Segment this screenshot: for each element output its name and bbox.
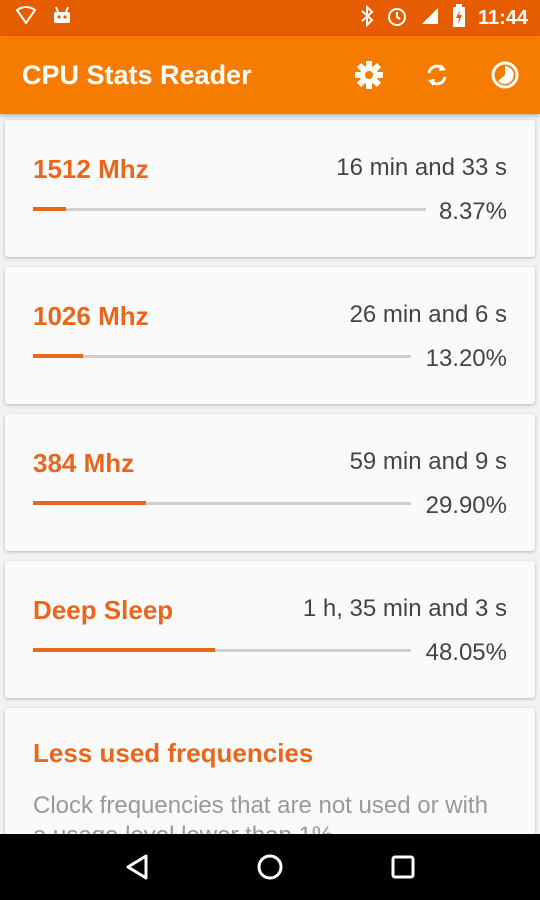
clock-time: 11:44	[477, 6, 528, 29]
battery-charging-icon	[452, 3, 466, 33]
usage-progress-fill	[33, 207, 66, 211]
frequency-label: 384 Mhz	[33, 448, 135, 478]
frequency-duration: 1 h, 35 min and 3 s	[302, 595, 507, 622]
less-used-card: Less used frequencies Clock frequencies …	[5, 708, 535, 834]
usage-progress-bar	[33, 207, 426, 211]
usage-progress-bar	[33, 501, 411, 505]
signal-icon	[420, 6, 440, 31]
less-used-description: Clock frequencies that are not used or w…	[33, 792, 488, 834]
navigation-bar	[0, 834, 540, 900]
frequency-label: 1512 Mhz	[33, 154, 149, 184]
frequency-percent: 29.90%	[425, 492, 507, 519]
app-bar: CPU Stats Reader	[0, 36, 540, 114]
back-icon[interactable]	[117, 847, 157, 887]
frequency-duration: 16 min and 33 s	[336, 154, 507, 181]
usage-progress-bar	[33, 648, 411, 652]
timer-icon[interactable]	[488, 58, 522, 92]
frequency-list[interactable]: 1512 Mhz 16 min and 33 s 8.37% 1026 Mhz …	[0, 114, 540, 834]
usage-progress-fill	[33, 501, 147, 505]
frequency-card: Deep Sleep 1 h, 35 min and 3 s 48.05%	[5, 561, 535, 698]
heart-outline-icon	[14, 5, 38, 32]
settings-icon[interactable]	[352, 58, 386, 92]
android-icon	[50, 5, 74, 32]
frequency-card: 1026 Mhz 26 min and 6 s 13.20%	[5, 267, 535, 404]
refresh-icon[interactable]	[420, 58, 454, 92]
frequency-percent: 8.37%	[438, 198, 507, 225]
alarm-icon	[386, 5, 408, 32]
frequency-card: 1512 Mhz 16 min and 33 s 8.37%	[5, 120, 535, 257]
frequency-label: 1026 Mhz	[33, 301, 149, 331]
less-used-title: Less used frequencies	[33, 738, 314, 768]
status-bar: 11:44	[0, 0, 540, 36]
recents-icon[interactable]	[383, 847, 423, 887]
bluetooth-icon	[360, 4, 374, 32]
frequency-card: 384 Mhz 59 min and 9 s 29.90%	[5, 414, 535, 551]
frequency-label: Deep Sleep	[33, 595, 174, 625]
app-title: CPU Stats Reader	[22, 59, 252, 90]
frequency-duration: 26 min and 6 s	[349, 301, 507, 328]
usage-progress-fill	[33, 648, 215, 652]
frequency-percent: 48.05%	[425, 639, 507, 666]
usage-progress-bar	[33, 354, 411, 358]
usage-progress-fill	[33, 354, 83, 358]
home-icon[interactable]	[250, 847, 290, 887]
frequency-duration: 59 min and 9 s	[349, 448, 507, 475]
frequency-percent: 13.20%	[425, 345, 507, 372]
